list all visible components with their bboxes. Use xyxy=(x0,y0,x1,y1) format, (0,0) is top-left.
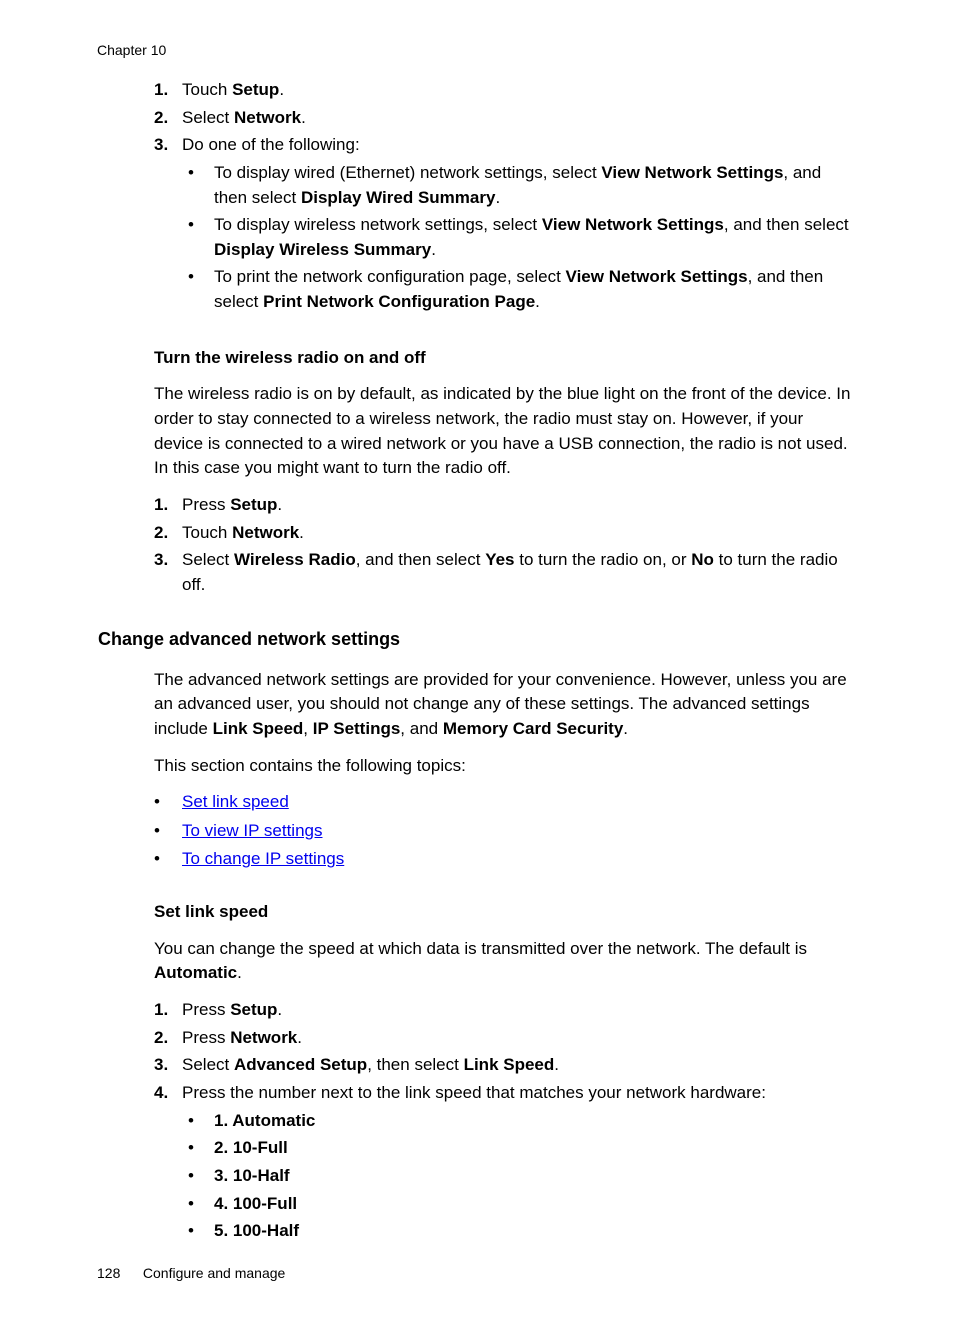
bullet-icon: • xyxy=(182,1136,214,1161)
bullet-item: • To print the network configuration pag… xyxy=(182,265,854,314)
heading-advanced-settings: Change advanced network settings xyxy=(98,626,854,652)
link-set-link-speed[interactable]: Set link speed xyxy=(182,790,289,815)
bullet-text: To display wired (Ethernet) network sett… xyxy=(214,161,854,210)
step-2: 2. Touch Network. xyxy=(154,521,854,546)
step-number: 2. xyxy=(154,106,182,131)
paragraph: The advanced network settings are provid… xyxy=(154,668,854,742)
link-view-ip-settings[interactable]: To view IP settings xyxy=(182,819,322,844)
bullet-text: To display wireless network settings, se… xyxy=(214,213,854,262)
link-item: • To view IP settings xyxy=(154,819,854,844)
step-2: 2. Select Network. xyxy=(154,106,854,131)
step-text: Do one of the following: • To display wi… xyxy=(182,133,854,317)
option-item: • 2. 10-Full xyxy=(182,1136,854,1161)
bullet-icon: • xyxy=(182,161,214,210)
step-text: Select Network. xyxy=(182,106,854,131)
step-3: 3. Select Wireless Radio, and then selec… xyxy=(154,548,854,597)
topic-link-list: • Set link speed • To view IP settings •… xyxy=(154,790,854,872)
step-number: 4. xyxy=(154,1081,182,1247)
step-number: 1. xyxy=(154,78,182,103)
steps-list-radio: 1. Press Setup. 2. Touch Network. 3. Sel… xyxy=(154,493,854,598)
step-number: 1. xyxy=(154,493,182,518)
page-content: 1. Touch Setup. 2. Select Network. 3. Do… xyxy=(154,78,854,1275)
bullet-icon: • xyxy=(154,819,182,844)
bullet-icon: • xyxy=(182,265,214,314)
option-text: 4. 100-Full xyxy=(214,1192,854,1217)
step-2: 2. Press Network. xyxy=(154,1026,854,1051)
step-1: 1. Press Setup. xyxy=(154,998,854,1023)
step-number: 3. xyxy=(154,1053,182,1078)
step-text: Press Setup. xyxy=(182,998,854,1023)
bullet-icon: • xyxy=(182,213,214,262)
heading-wireless-radio: Turn the wireless radio on and off xyxy=(154,346,854,371)
step-number: 2. xyxy=(154,521,182,546)
step-text: Select Advanced Setup, then select Link … xyxy=(182,1053,854,1078)
step-number: 2. xyxy=(154,1026,182,1051)
step-1: 1. Press Setup. xyxy=(154,493,854,518)
step-1: 1. Touch Setup. xyxy=(154,78,854,103)
chapter-header: Chapter 10 xyxy=(97,40,166,60)
step-text: Press Network. xyxy=(182,1026,854,1051)
option-item: • 3. 10-Half xyxy=(182,1164,854,1189)
bullet-icon: • xyxy=(182,1219,214,1244)
step-3: 3. Select Advanced Setup, then select Li… xyxy=(154,1053,854,1078)
bullet-icon: • xyxy=(182,1109,214,1134)
page-footer: 128 Configure and manage xyxy=(97,1263,285,1283)
link-change-ip-settings[interactable]: To change IP settings xyxy=(182,847,344,872)
option-item: • 1. Automatic xyxy=(182,1109,854,1134)
bullet-icon: • xyxy=(182,1164,214,1189)
step-number: 3. xyxy=(154,133,182,317)
step-text: Press the number next to the link speed … xyxy=(182,1081,854,1247)
steps-list-top: 1. Touch Setup. 2. Select Network. 3. Do… xyxy=(154,78,854,318)
option-text: 3. 10-Half xyxy=(214,1164,854,1189)
steps-list-linkspeed: 1. Press Setup. 2. Press Network. 3. Sel… xyxy=(154,998,854,1247)
sub-bullet-list: • To display wired (Ethernet) network se… xyxy=(182,161,854,315)
step-number: 3. xyxy=(154,548,182,597)
step-4: 4. Press the number next to the link spe… xyxy=(154,1081,854,1247)
paragraph: This section contains the following topi… xyxy=(154,754,854,779)
bullet-item: • To display wired (Ethernet) network se… xyxy=(182,161,854,210)
paragraph: The wireless radio is on by default, as … xyxy=(154,382,854,481)
footer-title: Configure and manage xyxy=(143,1265,285,1281)
heading-set-link-speed: Set link speed xyxy=(154,900,854,925)
bullet-item: • To display wireless network settings, … xyxy=(182,213,854,262)
step-number: 1. xyxy=(154,998,182,1023)
link-item: • To change IP settings xyxy=(154,847,854,872)
paragraph: You can change the speed at which data i… xyxy=(154,937,854,986)
option-text: 2. 10-Full xyxy=(214,1136,854,1161)
bullet-icon: • xyxy=(154,790,182,815)
bullet-text: To print the network configuration page,… xyxy=(214,265,854,314)
option-item: • 5. 100-Half xyxy=(182,1219,854,1244)
link-item: • Set link speed xyxy=(154,790,854,815)
option-item: • 4. 100-Full xyxy=(182,1192,854,1217)
bullet-icon: • xyxy=(154,847,182,872)
page-number: 128 xyxy=(97,1263,139,1283)
option-text: 5. 100-Half xyxy=(214,1219,854,1244)
step-text: Touch Network. xyxy=(182,521,854,546)
step-text: Select Wireless Radio, and then select Y… xyxy=(182,548,854,597)
step-text: Touch Setup. xyxy=(182,78,854,103)
option-text: 1. Automatic xyxy=(214,1109,854,1134)
step-3: 3. Do one of the following: • To display… xyxy=(154,133,854,317)
link-speed-options: • 1. Automatic • 2. 10-Full • 3. 10-Half… xyxy=(182,1109,854,1244)
step-text: Press Setup. xyxy=(182,493,854,518)
bullet-icon: • xyxy=(182,1192,214,1217)
